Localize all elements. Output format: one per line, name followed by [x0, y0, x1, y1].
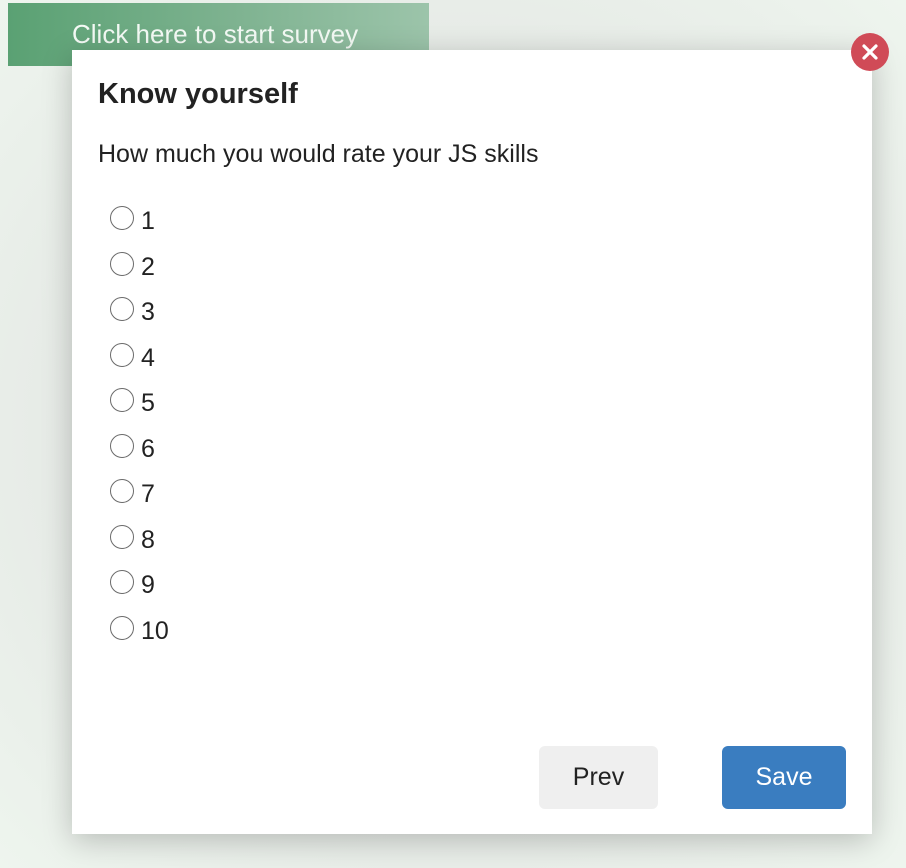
option-label: 8	[141, 525, 155, 554]
radio-button[interactable]	[110, 524, 134, 549]
option-label: 5	[141, 389, 155, 417]
radio-button[interactable]	[110, 388, 134, 412]
option-label: 2	[141, 252, 155, 281]
radio-button[interactable]	[110, 297, 134, 321]
option-label: 3	[141, 298, 155, 326]
save-button-label: Save	[755, 763, 813, 791]
rating-option-3[interactable]: 3	[110, 297, 169, 343]
rating-option-7[interactable]: 7	[110, 479, 169, 525]
radio-button[interactable]	[110, 479, 134, 503]
rating-option-2[interactable]: 2	[110, 251, 169, 298]
option-label: 10	[141, 616, 169, 645]
radio-button[interactable]	[110, 570, 134, 594]
save-button[interactable]: Save	[722, 746, 846, 809]
option-label: 1	[141, 207, 155, 235]
close-modal-button[interactable]	[851, 33, 889, 71]
question-text: How much you would rate your JS skills	[98, 140, 539, 168]
option-label: 4	[141, 343, 155, 372]
option-label: 6	[141, 434, 155, 463]
radio-button[interactable]	[110, 206, 134, 230]
rating-option-6[interactable]: 6	[110, 433, 169, 480]
rating-option-5[interactable]: 5	[110, 388, 169, 434]
radio-button[interactable]	[110, 433, 134, 458]
rating-option-4[interactable]: 4	[110, 342, 169, 389]
page: Click here to start survey Know yourself…	[0, 0, 906, 868]
prev-button-label: Prev	[572, 763, 625, 791]
radio-button[interactable]	[110, 342, 134, 367]
close-icon	[862, 44, 878, 60]
radio-button[interactable]	[110, 251, 134, 276]
start-survey-label: Click here to start survey	[72, 19, 359, 49]
rating-option-9[interactable]: 9	[110, 570, 169, 616]
radio-button[interactable]	[110, 615, 134, 640]
rating-option-1[interactable]: 1	[110, 206, 169, 252]
rating-options: 1 2 3 4 5 6 7 8 9 10	[110, 206, 169, 661]
prev-button[interactable]: Prev	[539, 746, 658, 809]
rating-option-8[interactable]: 8	[110, 524, 169, 571]
modal-title: Know yourself	[98, 78, 298, 110]
option-label: 9	[141, 571, 155, 599]
survey-modal: Know yourself How much you would rate yo…	[72, 50, 872, 834]
rating-option-10[interactable]: 10	[110, 615, 169, 662]
option-label: 7	[141, 480, 155, 508]
